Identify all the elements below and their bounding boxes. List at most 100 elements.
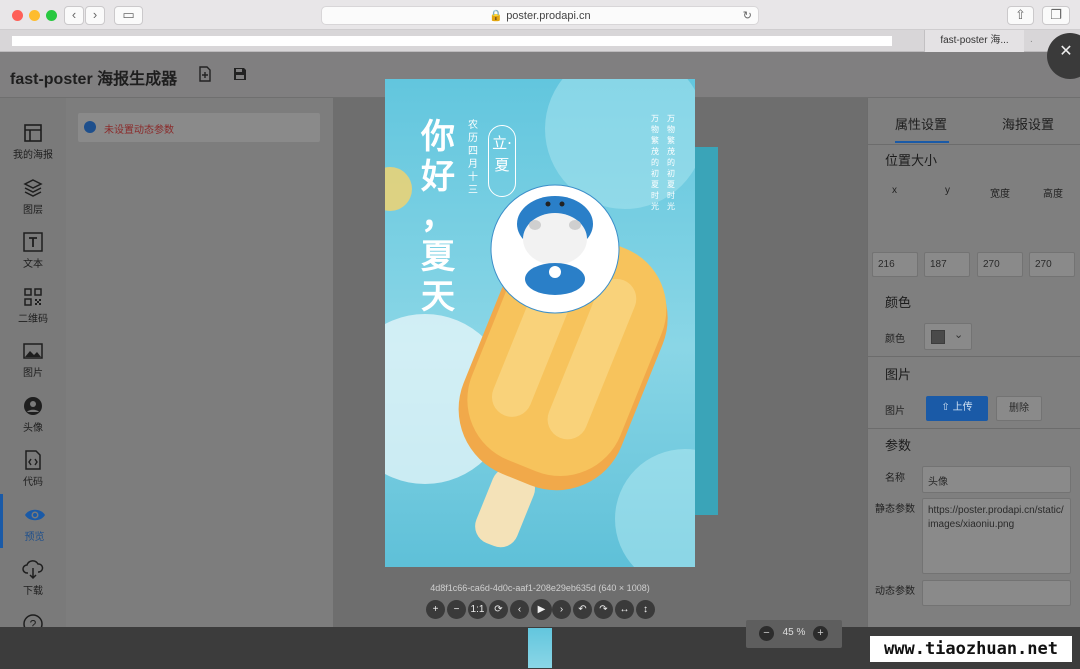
flip-horizontal-button[interactable]: ↔ (615, 600, 634, 619)
image-caption: 4d8f1c66-ca6d-4d0c-aaf1-208e29eb635d (64… (430, 583, 650, 593)
width-field[interactable]: 270 (977, 252, 1023, 277)
active-tab-underline (895, 141, 949, 143)
sidebar-label: 预览 (24, 532, 45, 543)
y-label: y (945, 185, 950, 196)
zoom-in-button[interactable]: + (813, 626, 828, 641)
sidebar-item-avatar[interactable]: 头像 (0, 385, 66, 439)
poster-title-char: 你 (421, 117, 455, 157)
section-color: 颜色 (885, 295, 912, 310)
zoom-out-button[interactable]: − (447, 600, 466, 619)
color-picker[interactable]: ⌄ (924, 323, 972, 350)
poster-verse-1: 万物繁茂的初夏时光 (651, 114, 659, 211)
download-icon (22, 560, 44, 580)
sidebar-item-image[interactable]: 图片 (0, 330, 66, 384)
chevron-down-icon: ⌄ (954, 329, 964, 341)
poster-title-char: 好 (421, 157, 455, 197)
upload-label: 上传 (952, 402, 973, 413)
static-param-field[interactable]: https://poster.prodapi.cn/static/images/… (922, 498, 1071, 574)
height-label: 高度 (1043, 189, 1063, 200)
tab-properties[interactable]: 属性设置 (895, 114, 947, 133)
actual-size-button[interactable]: 1:1 (468, 600, 487, 619)
name-field[interactable]: 头像 (922, 466, 1071, 493)
sidebar-item-code[interactable]: 代码 (0, 439, 66, 493)
solar-term-badge: 立·夏 (488, 125, 516, 197)
height-field[interactable]: 270 (1029, 252, 1075, 277)
right-panel: 属性设置 海报设置 位置大小 x y 宽度 高度 216 187 270 270… (867, 98, 1080, 669)
divider (868, 428, 1080, 429)
play-button[interactable]: ▶ (531, 599, 552, 620)
x-label: x (892, 185, 897, 196)
section-position: 位置大小 (885, 153, 938, 168)
tab-poster-settings[interactable]: 海报设置 (1002, 114, 1054, 133)
tab-bar: fast-poster 海... . + (0, 30, 1080, 52)
section-params: 参数 (885, 438, 912, 453)
zoom-level: 45 % (782, 627, 806, 638)
sidebar: 我的海报 图层 文本 二维码 图片 头像 代码 预览 下载 ? (0, 98, 66, 669)
browser-titlebar: ‹ › ▭ 🔒 poster.prodapi.cn ↻ ⇧ ❐ (0, 0, 1080, 30)
poster-icon (24, 124, 42, 142)
sidebar-label: 文本 (23, 259, 43, 270)
sidebar-toggle-button[interactable]: ▭ (114, 6, 143, 25)
next-button[interactable]: › (552, 600, 571, 619)
qrcode-icon (24, 288, 42, 306)
rotate-left-button[interactable]: ↶ (573, 600, 592, 619)
sidebar-item-preview[interactable]: 预览 (0, 494, 66, 548)
delete-button[interactable]: 删除 (996, 396, 1042, 421)
poster-headline: 你 好 ， 夏 天 (421, 117, 461, 317)
zoom-control: − 45 % + (746, 620, 842, 648)
address-bar[interactable]: 🔒 poster.prodapi.cn ↻ (321, 6, 759, 25)
color-swatch (931, 330, 945, 344)
dynamic-param-label: 动态参数 (875, 586, 915, 597)
tab-fast-poster[interactable]: fast-poster 海... (924, 30, 1024, 52)
close-window-button[interactable] (12, 10, 23, 21)
sidebar-label: 图片 (23, 368, 43, 379)
flip-vertical-button[interactable]: ↕ (636, 600, 655, 619)
prev-button[interactable]: ‹ (510, 600, 529, 619)
save-icon[interactable] (232, 66, 248, 82)
poster-verse-2: 万物繁茂的初夏时光 (667, 114, 675, 211)
share-button[interactable]: ⇧ (1007, 6, 1034, 25)
url-text: poster.prodapi.cn (506, 10, 591, 22)
info-icon (84, 121, 96, 133)
sidebar-item-download[interactable]: 下载 (0, 548, 66, 602)
section-image: 图片 (885, 367, 912, 382)
tab-divider (868, 144, 1080, 145)
y-field[interactable]: 187 (924, 252, 970, 277)
poster-thumbnail[interactable] (528, 628, 552, 668)
close-icon: ✕ (1059, 43, 1073, 60)
upload-button[interactable]: ⇧ 上传 (926, 396, 988, 421)
width-label: 宽度 (990, 189, 1010, 200)
minimize-window-button[interactable] (29, 10, 40, 21)
color-label: 颜色 (885, 334, 905, 345)
sidebar-label: 图层 (23, 205, 43, 216)
zoom-out-button[interactable]: − (759, 626, 774, 641)
image-icon (23, 343, 43, 359)
eye-icon (24, 509, 45, 521)
reset-button[interactable]: ⟳ (489, 600, 508, 619)
reload-icon[interactable]: ↻ (743, 7, 752, 25)
poster-title-char: 夏 (421, 237, 455, 277)
lunar-date: 农历四月十三 (468, 120, 478, 196)
left-panel: 未设置动态参数 (66, 98, 333, 669)
sidebar-item-my-posters[interactable]: 我的海报 (0, 112, 66, 166)
sidebar-item-text[interactable]: 文本 (0, 221, 66, 275)
code-icon (25, 450, 41, 470)
divider (868, 356, 1080, 357)
next-poster-peek (695, 147, 718, 515)
sidebar-item-layers[interactable]: 图层 (0, 167, 66, 221)
new-file-icon[interactable] (197, 66, 213, 82)
x-field[interactable]: 216 (872, 252, 918, 277)
layers-icon (23, 179, 43, 197)
upload-icon: ⇧ (941, 402, 953, 413)
rotate-right-button[interactable]: ↷ (594, 600, 613, 619)
avatar-icon (24, 397, 42, 415)
maximize-window-button[interactable] (46, 10, 57, 21)
zoom-in-button[interactable]: + (426, 600, 445, 619)
tabs-overview-button[interactable]: ❐ (1042, 6, 1070, 25)
dynamic-param-field[interactable] (922, 580, 1071, 606)
sidebar-label: 二维码 (18, 314, 48, 325)
tab-overflow: . (1030, 34, 1033, 45)
forward-button[interactable]: › (85, 6, 105, 25)
sidebar-item-qrcode[interactable]: 二维码 (0, 276, 66, 330)
back-button[interactable]: ‹ (64, 6, 84, 25)
